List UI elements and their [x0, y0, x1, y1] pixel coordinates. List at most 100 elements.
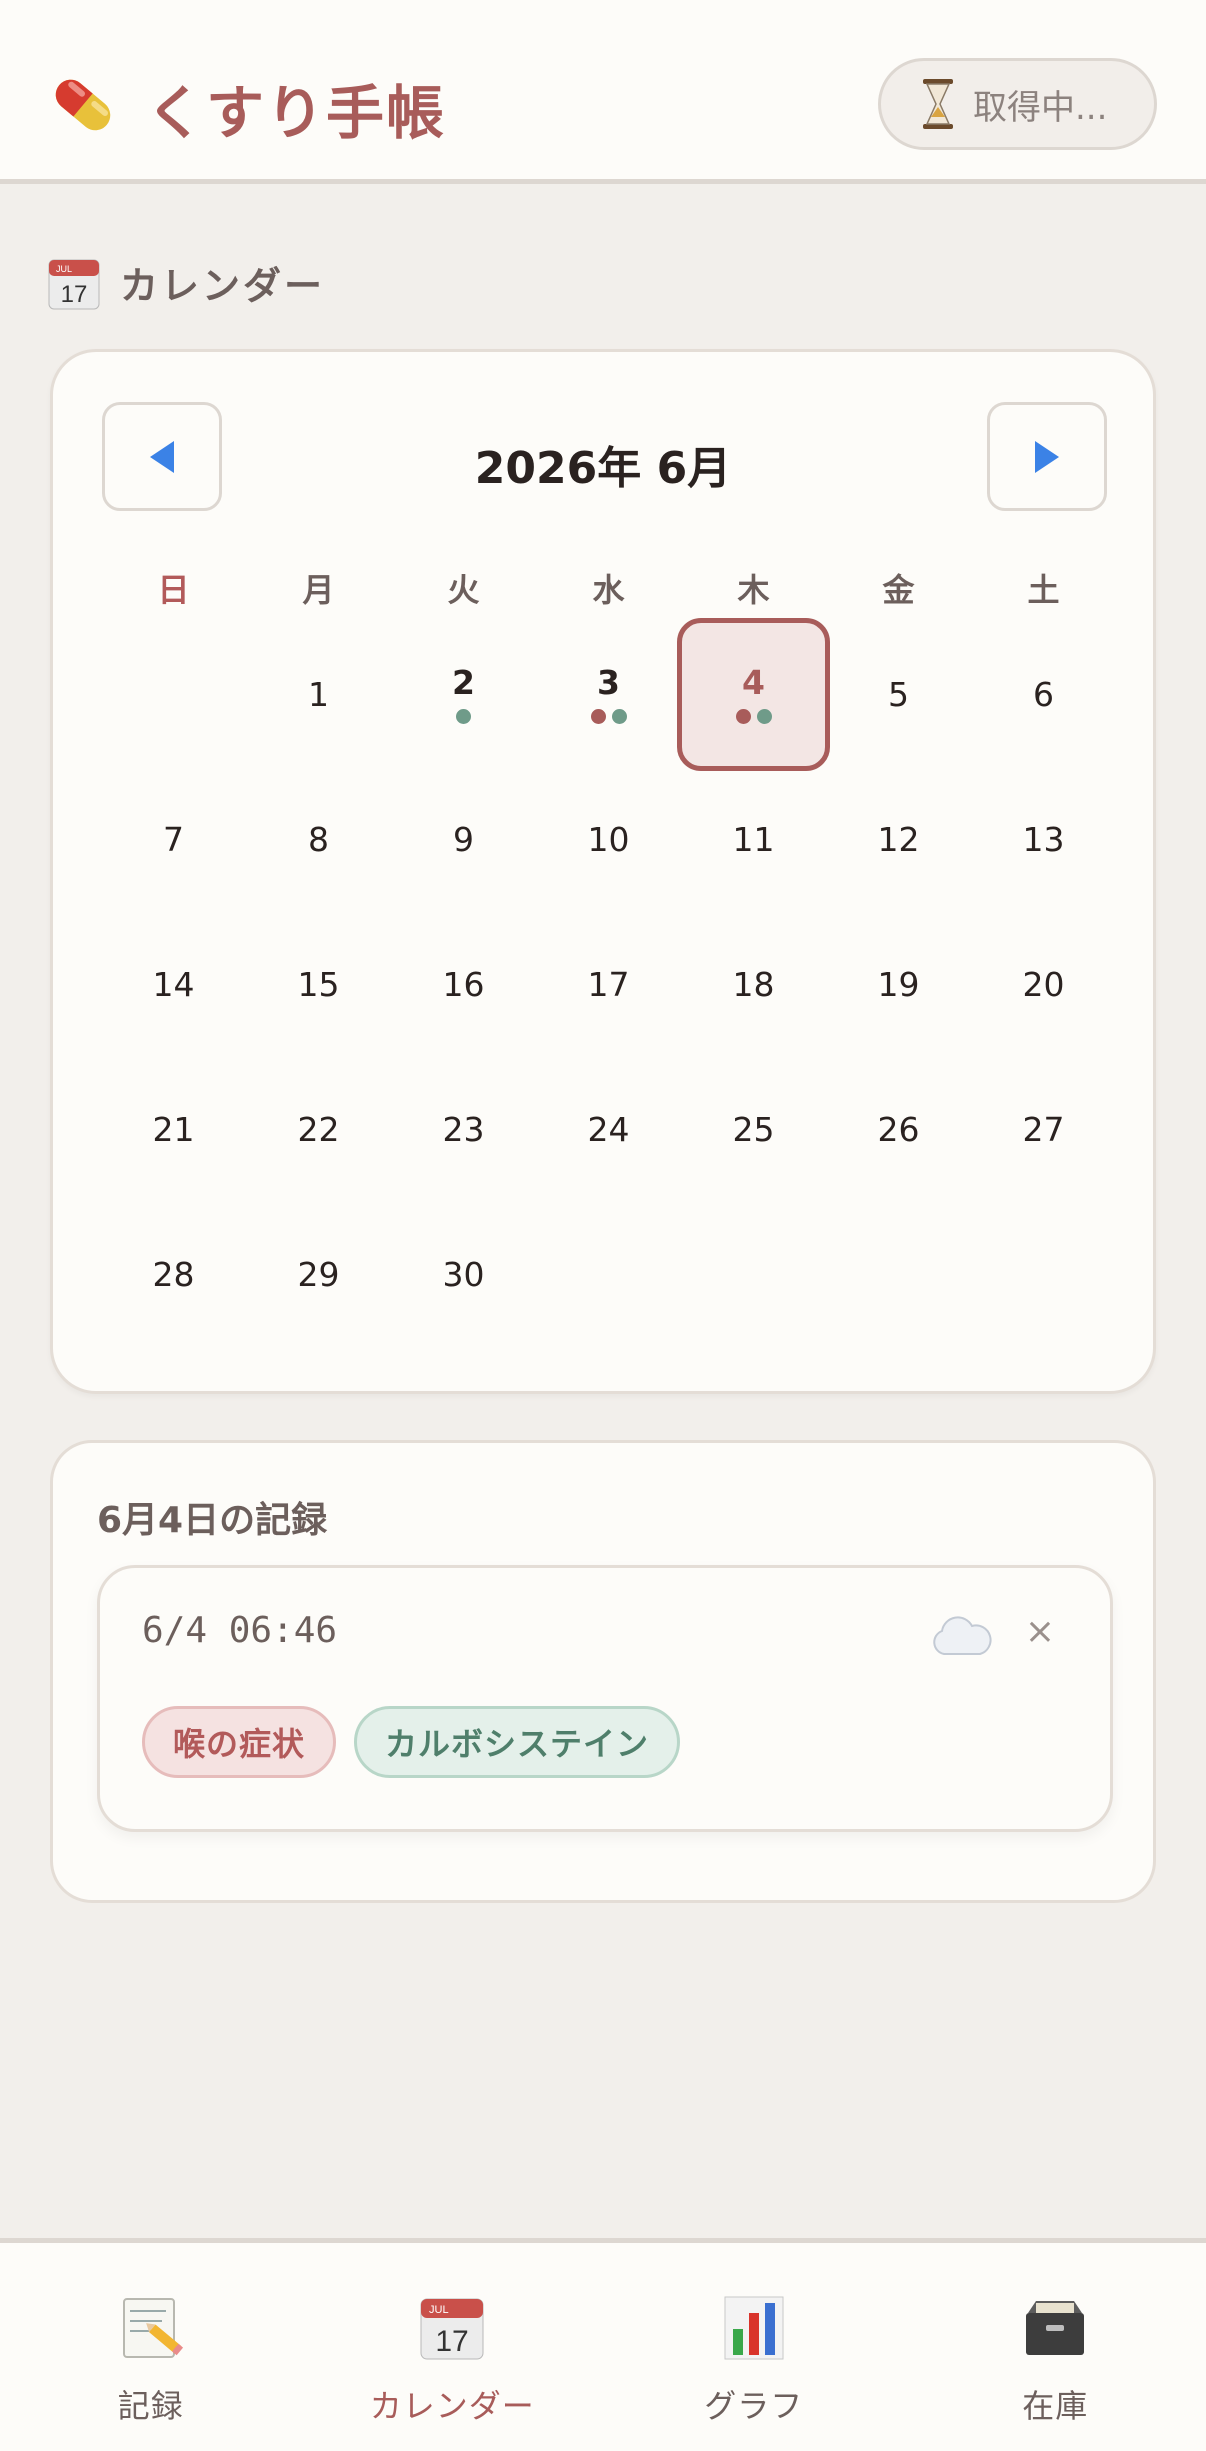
day-number: 12	[877, 820, 920, 859]
day-number: 27	[1022, 1110, 1065, 1149]
day-number: 8	[308, 820, 329, 859]
day-number: 29	[297, 1255, 340, 1294]
status-text: 取得中...	[973, 87, 1108, 128]
weekday-label: 火	[447, 571, 480, 609]
app-title: くすり手帳	[146, 79, 447, 147]
cloud-icon	[933, 1616, 992, 1655]
calendar-day[interactable]: 18	[681, 912, 826, 1057]
medicine-tag: カルボシステイン	[354, 1706, 681, 1778]
bottom-nav: 記録 JUL 17 カレンダー グラフ 在庫	[0, 2238, 1206, 2451]
calendar-day[interactable]: 13	[971, 767, 1116, 912]
calendar-day[interactable]: 5	[826, 622, 971, 767]
hourglass-icon	[923, 79, 953, 129]
day-number: 23	[442, 1110, 485, 1149]
day-markers	[536, 709, 681, 724]
nav-label: 記録	[117, 2387, 184, 2425]
section-heading: JUL 17 カレンダー	[48, 255, 325, 310]
day-markers	[391, 709, 536, 724]
weekday-header: 日 月 火 水 木 金 土	[101, 565, 1117, 611]
svg-text:17: 17	[436, 2325, 469, 2358]
weekday-label: 日	[157, 571, 190, 609]
app-header: くすり手帳 取得中...	[0, 0, 1206, 184]
nav-item-records[interactable]: 記録	[0, 2243, 302, 2451]
day-number: 14	[152, 965, 195, 1004]
next-month-button[interactable]	[987, 402, 1107, 511]
sync-status-button[interactable]: 取得中...	[878, 58, 1157, 150]
weekday-label: 金	[882, 571, 915, 609]
day-number: 3	[597, 663, 620, 702]
calendar-day[interactable]: 10	[536, 767, 681, 912]
nav-label: グラフ	[704, 2387, 804, 2425]
day-number: 21	[152, 1110, 195, 1149]
calendar-day[interactable]: 25	[681, 1057, 826, 1202]
calendar-day[interactable]: 30	[391, 1202, 536, 1347]
calendar-day[interactable]: 2	[391, 622, 536, 767]
file-cabinet-icon	[1026, 2301, 1085, 2355]
calendar-day[interactable]: 22	[246, 1057, 391, 1202]
calendar-day[interactable]: 27	[971, 1057, 1116, 1202]
calendar-day[interactable]: 12	[826, 767, 971, 912]
calendar-grid: 1 2 3 4 5 6 7 8 9 10 11 12 13 14 15 16 17 18 19 20 21 22 23 24 2…	[101, 618, 1117, 1347]
record-tags: 喉の症状 カルボシステイン	[142, 1706, 681, 1778]
calendar-day[interactable]: 29	[246, 1202, 391, 1347]
calendar-day[interactable]: 9	[391, 767, 536, 912]
svg-text:JUL: JUL	[429, 2304, 449, 2316]
calendar-icon: JUL 17	[48, 259, 100, 309]
calendar-day[interactable]: 11	[681, 767, 826, 912]
day-number: 5	[888, 675, 909, 714]
calendar-day[interactable]: 16	[391, 912, 536, 1057]
calendar-day[interactable]: 20	[971, 912, 1116, 1057]
chevron-right-icon	[1035, 440, 1059, 473]
nav-item-inventory[interactable]: 在庫	[905, 2243, 1206, 2451]
bar-chart-icon	[724, 2296, 784, 2360]
day-number: 16	[442, 965, 485, 1004]
nav-item-graph[interactable]: グラフ	[603, 2243, 905, 2451]
day-number: 11	[732, 820, 775, 859]
medicine-marker-dot	[756, 709, 772, 724]
calendar-day[interactable]: 17	[536, 912, 681, 1057]
symptom-marker-dot	[735, 709, 751, 724]
calendar-day[interactable]: 23	[391, 1057, 536, 1202]
calendar-day[interactable]: 7	[101, 767, 246, 912]
calendar-day[interactable]: 8	[246, 767, 391, 912]
svg-text:17: 17	[61, 281, 88, 308]
day-number: 28	[152, 1255, 195, 1294]
day-number: 25	[732, 1110, 775, 1149]
records-title: 6月4日の記録	[97, 1500, 328, 1541]
day-number: 10	[587, 820, 630, 859]
calendar-day[interactable]: 19	[826, 912, 971, 1057]
calendar-day[interactable]: 28	[101, 1202, 246, 1347]
day-number: 22	[297, 1110, 340, 1149]
weekday-label: 土	[1027, 571, 1060, 609]
calendar-day[interactable]: 21	[101, 1057, 246, 1202]
calendar-day[interactable]: 1	[246, 622, 391, 767]
calendar-day[interactable]: 24	[536, 1057, 681, 1202]
day-number: 1	[308, 675, 329, 714]
day-number: 13	[1022, 820, 1065, 859]
record-time: 6/4 06:46	[142, 1610, 338, 1651]
calendar-icon: JUL 17	[420, 2298, 484, 2360]
day-number: 9	[453, 820, 474, 859]
calendar-day[interactable]: 14	[101, 912, 246, 1057]
weekday-label: 月	[302, 571, 335, 609]
day-number: 2	[452, 663, 475, 702]
day-number: 20	[1022, 965, 1065, 1004]
nav-label: 在庫	[1022, 2387, 1089, 2425]
day-number: 4	[742, 663, 765, 702]
calendar-day[interactable]: 3	[536, 622, 681, 767]
delete-record-button[interactable]: ×	[1020, 1612, 1060, 1652]
calendar-day[interactable]: 15	[246, 912, 391, 1057]
calendar-day[interactable]: 6	[971, 622, 1116, 767]
nav-item-calendar[interactable]: JUL 17 カレンダー	[302, 2243, 604, 2451]
calendar-day-selected[interactable]: 4	[677, 618, 830, 771]
symptom-marker-dot	[590, 709, 606, 724]
svg-text:JUL: JUL	[56, 264, 72, 274]
day-number: 19	[877, 965, 920, 1004]
day-number: 6	[1033, 675, 1054, 714]
medicine-marker-dot	[456, 709, 471, 724]
calendar-day[interactable]: 26	[826, 1057, 971, 1202]
symptom-tag: 喉の症状	[142, 1706, 337, 1778]
record-entry[interactable]: 6/4 06:46 × 喉の症状 カルボシステイン	[97, 1565, 1113, 1832]
day-number: 17	[587, 965, 630, 1004]
calendar-card: 2026年 6月 日 月 火 水 木 金 土 1 2 3 4 5 6 7 8 9 10 11 12 13…	[50, 349, 1156, 1394]
